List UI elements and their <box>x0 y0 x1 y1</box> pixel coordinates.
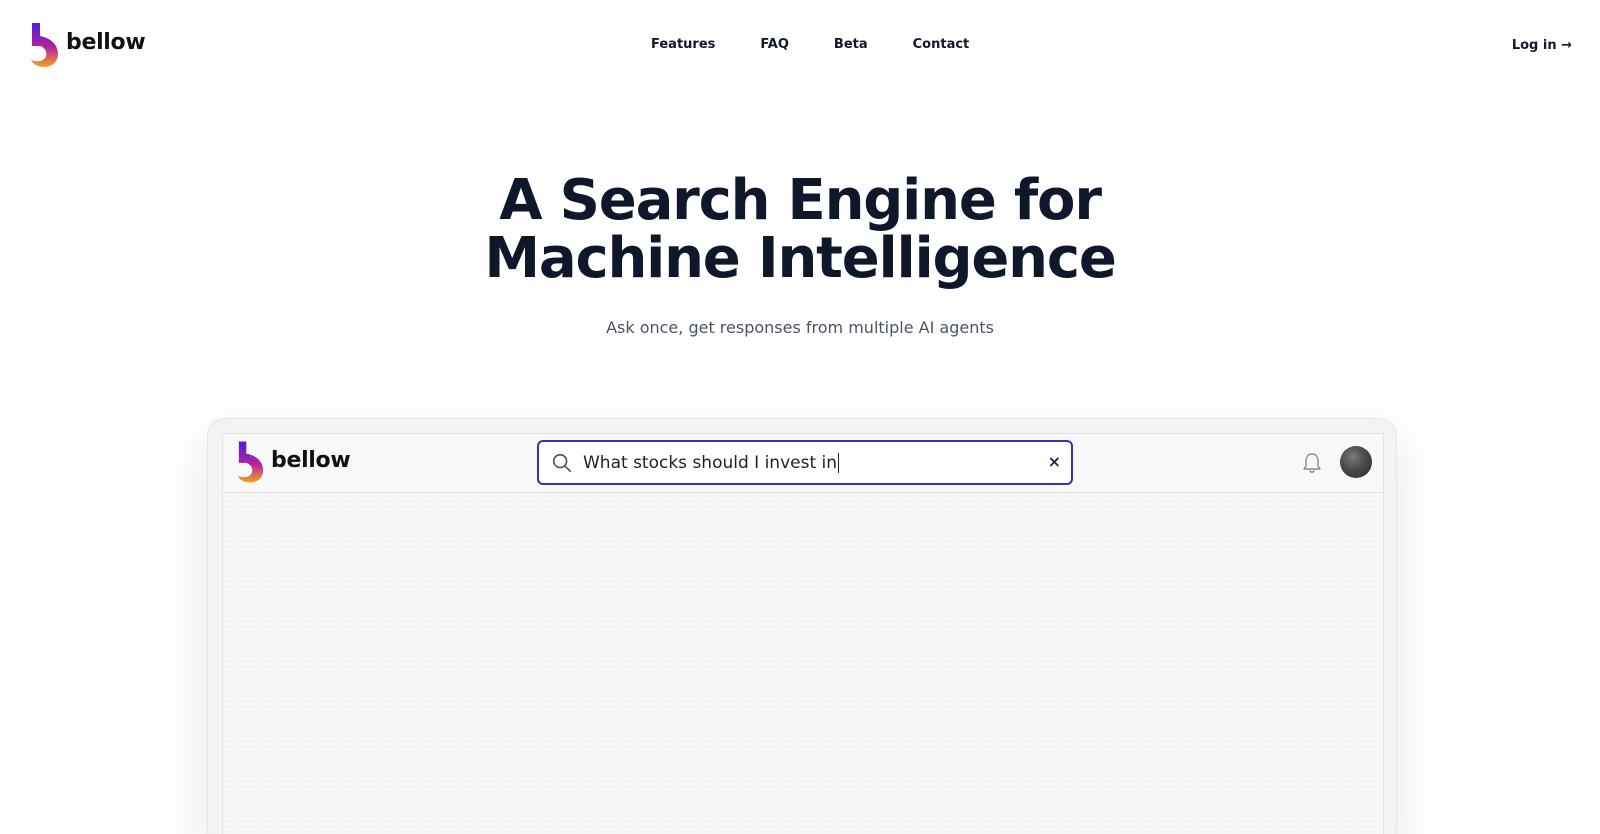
search-input[interactable]: What stocks should I invest in × <box>537 440 1073 485</box>
app-preview-topbar: bellow What stocks should I invest in × <box>223 434 1383 493</box>
bellow-logo-icon <box>237 441 264 483</box>
nav-item-features[interactable]: Features <box>651 37 715 52</box>
hero-subtitle: Ask once, get responses from multiple AI… <box>606 318 994 337</box>
search-icon <box>552 453 572 472</box>
app-preview-mockup: bellow What stocks should I invest in × <box>207 418 1397 834</box>
bell-icon[interactable] <box>1302 452 1322 474</box>
hero-title-line-1: A Search Engine for <box>499 168 1102 233</box>
login-link[interactable]: Log in → <box>1512 38 1572 53</box>
text-cursor <box>838 452 840 473</box>
brand-logo-link[interactable]: bellow <box>30 22 146 68</box>
app-preview-brand-name: bellow <box>271 447 351 473</box>
search-query-value: What stocks should I invest in <box>583 452 838 473</box>
avatar[interactable] <box>1340 446 1372 478</box>
nav-item-faq[interactable]: FAQ <box>760 37 789 52</box>
hero-title: A Search Engine for Machine Intelligence <box>0 172 1600 288</box>
app-preview-screen: bellow What stocks should I invest in × <box>222 433 1384 834</box>
clear-search-icon[interactable]: × <box>1048 451 1061 473</box>
bellow-logo-icon <box>31 23 58 67</box>
brand-name: bellow <box>66 29 146 55</box>
hero-title-line-2: Machine Intelligence <box>484 226 1116 291</box>
nav-item-contact[interactable]: Contact <box>913 37 970 52</box>
site-header: bellow Features FAQ Beta Contact Log in … <box>0 0 1600 90</box>
nav-item-beta[interactable]: Beta <box>834 37 868 52</box>
main-nav: Features FAQ Beta Contact <box>651 37 969 52</box>
app-preview-brand: bellow <box>237 440 351 484</box>
search-query-text[interactable]: What stocks should I invest in <box>583 452 1023 473</box>
